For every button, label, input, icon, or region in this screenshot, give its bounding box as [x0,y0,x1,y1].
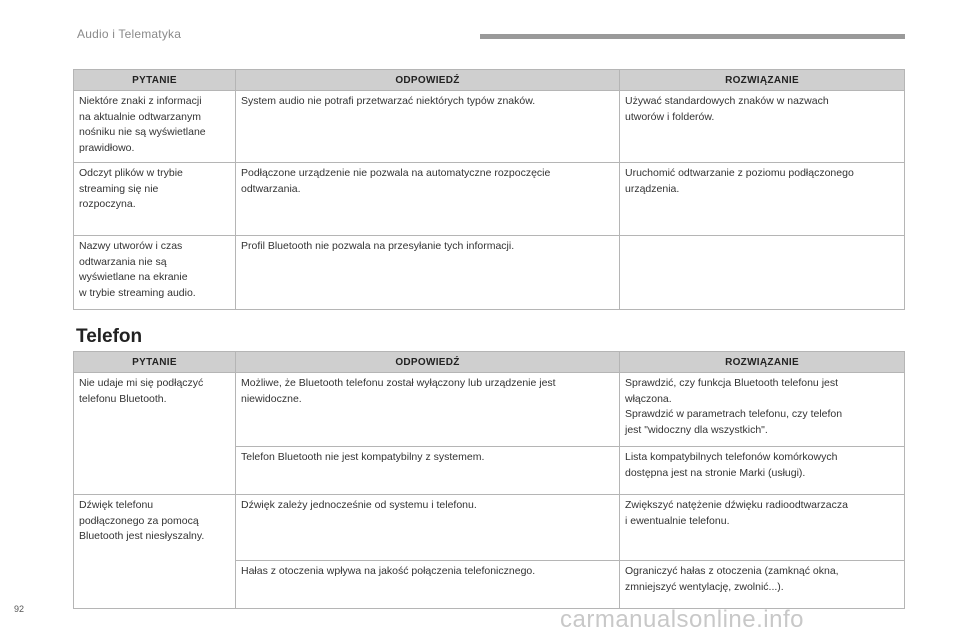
table-row: Niektóre znaki z informacji na aktualnie… [73,90,905,163]
answer-cell: Telefon Bluetooth nie jest kompatybilny … [235,446,620,495]
solution-cell: Lista kompatybilnych telefonów komórkowy… [619,446,905,495]
page-header-title: Audio i Telematyka [77,27,182,41]
table-row: Dźwięk telefonu podłączonego za pomocą B… [73,494,905,609]
header-bar [480,34,905,39]
question-cell: Dźwięk telefonu podłączonego za pomocą B… [73,494,236,609]
watermark: carmanualsonline.info [560,606,804,633]
table-row: Nie udaje mi się podłączyć telefonu Blue… [73,372,905,495]
table-row: Nazwy utworów i czas odtwarzania nie są … [73,235,905,310]
answer-cell: Hałas z otoczenia wpływa na jakość połąc… [235,560,620,609]
col-header-answer: ODPOWIEDŹ [235,69,620,91]
solution-cell: Zwiększyć natężenie dźwięku radioodtwarz… [619,494,905,561]
solution-cell: Sprawdzić, czy funkcja Bluetooth telefon… [619,372,905,447]
solution-cell [619,235,905,310]
page-number: 92 [14,604,25,614]
solution-cell: Ograniczyć hałas z otoczenia (zamknąć ok… [619,560,905,609]
col-header-question: PYTANIE [73,69,236,91]
table-row: Odczyt plików w trybie streaming się nie… [73,162,905,236]
answer-cell: Podłączone urządzenie nie pozwala na aut… [235,162,620,236]
question-cell: Odczyt plików w trybie streaming się nie… [73,162,236,236]
phone-troubleshooting-table: PYTANIE ODPOWIEDŹ ROZWIĄZANIE Nie udaje … [73,351,905,609]
answer-cell: Dźwięk zależy jednocześnie od systemu i … [235,494,620,561]
section-title-telefon: Telefon [76,326,143,347]
col-header-answer: ODPOWIEDŹ [235,351,620,373]
col-header-question: PYTANIE [73,351,236,373]
col-header-solution: ROZWIĄZANIE [619,69,905,91]
table-header-row: PYTANIE ODPOWIEDŹ ROZWIĄZANIE [73,351,905,373]
question-cell: Niektóre znaki z informacji na aktualnie… [73,90,236,163]
question-cell: Nie udaje mi się podłączyć telefonu Blue… [73,372,236,495]
table-header-row: PYTANIE ODPOWIEDŹ ROZWIĄZANIE [73,69,905,91]
audio-troubleshooting-table: PYTANIE ODPOWIEDŹ ROZWIĄZANIE Niektóre z… [73,69,905,310]
answer-cell: Profil Bluetooth nie pozwala na przesyła… [235,235,620,310]
col-header-solution: ROZWIĄZANIE [619,351,905,373]
question-cell: Nazwy utworów i czas odtwarzania nie są … [73,235,236,310]
solution-cell: Uruchomić odtwarzanie z poziomu podłączo… [619,162,905,236]
answer-cell: Możliwe, że Bluetooth telefonu został wy… [235,372,620,447]
solution-cell: Używać standardowych znaków w nazwach ut… [619,90,905,163]
answer-cell: System audio nie potrafi przetwarzać nie… [235,90,620,163]
